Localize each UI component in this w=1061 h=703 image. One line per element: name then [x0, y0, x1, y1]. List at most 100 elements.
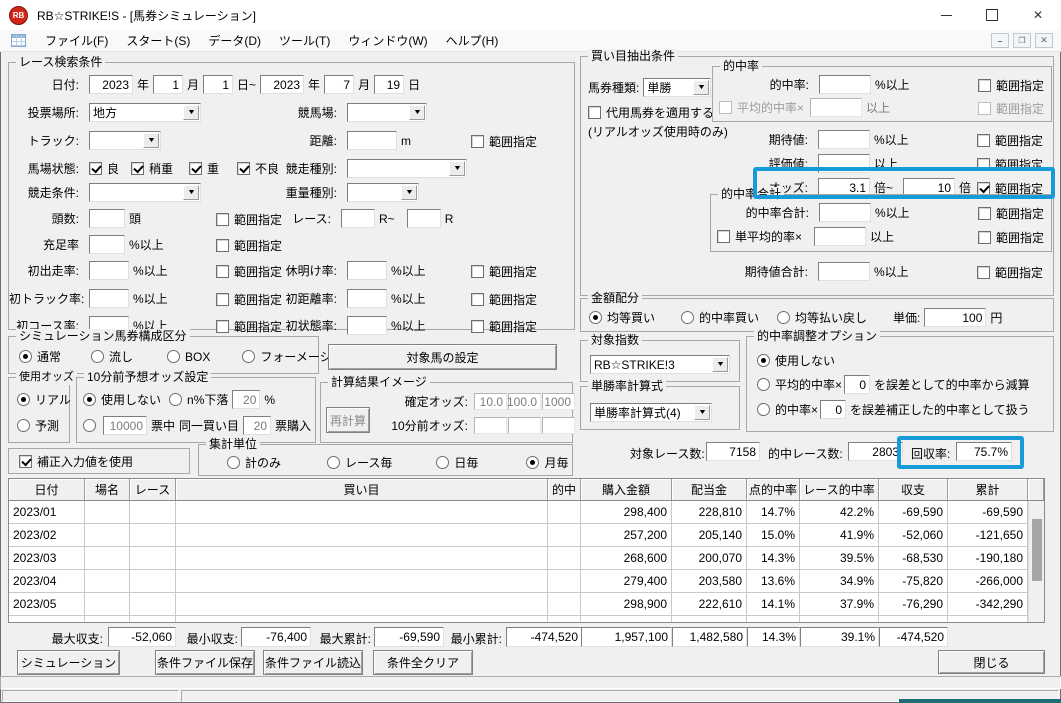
fixed-odds-1[interactable]: 10.0 [474, 393, 507, 410]
menu-tool[interactable]: ツール(T) [270, 30, 339, 51]
menu-data[interactable]: データ(D) [199, 30, 270, 51]
table-row[interactable]: 2023/01 298,400 228,810 14.7% 42.2% -69,590-… [9, 501, 1044, 524]
col-header-race-rate[interactable]: レース的中率 [800, 479, 879, 500]
recalc-button[interactable]: 再計算 [326, 407, 370, 433]
pre-odds-votes-radio[interactable] [83, 419, 101, 432]
fixed-odds-2[interactable]: 100.0 [507, 393, 541, 410]
menu-file[interactable]: ファイル(F) [36, 30, 117, 51]
first-track-input[interactable] [89, 289, 129, 308]
going-bad-checkbox[interactable]: 不良 [237, 160, 279, 177]
rest-rate-input[interactable] [347, 261, 387, 280]
chevron-down-icon[interactable] [183, 105, 199, 120]
weight-type-combo[interactable] [347, 183, 419, 202]
sim-type-normal-radio[interactable]: 通常 [19, 348, 61, 365]
chevron-down-icon[interactable] [401, 185, 417, 200]
place-combo[interactable]: 地方 [89, 103, 201, 122]
col-header-date[interactable]: 日付 [9, 479, 85, 500]
fill-rate-range-checkbox[interactable]: 範囲指定 [216, 237, 282, 254]
avg-hit-input[interactable] [810, 98, 863, 117]
chevron-down-icon[interactable] [143, 133, 159, 148]
course-combo[interactable] [347, 103, 427, 122]
menu-help[interactable]: ヘルプ(H) [437, 30, 508, 51]
chevron-down-icon[interactable] [409, 105, 425, 120]
adjust-hit-input[interactable]: 0 [820, 400, 847, 419]
table-row[interactable]: 2023/04 279,400 203,580 13.6% 34.9% -75,820-… [9, 570, 1044, 593]
simulate-button[interactable]: シミュレーション [17, 650, 120, 675]
single-avg-checkbox[interactable]: 単平均的率× [717, 228, 802, 245]
col-header-payout[interactable]: 配当金 [672, 479, 747, 500]
scrollbar-thumb[interactable] [1032, 519, 1042, 581]
fixed-odds-3[interactable]: 1000 [542, 393, 575, 410]
pre-odds-drop-radio[interactable]: n%下落 [169, 391, 228, 408]
amount-equal-buy-radio[interactable]: 均等買い [589, 309, 655, 326]
going-heavy-checkbox[interactable]: 重 [189, 160, 219, 177]
race-cond-combo[interactable] [89, 183, 201, 202]
mdi-minimize-icon[interactable] [991, 33, 1009, 48]
unit-race-radio[interactable]: レース毎 [327, 454, 392, 471]
menu-start[interactable]: スタート(S) [117, 30, 199, 51]
pre-odds-1[interactable] [474, 417, 507, 434]
ticket-type-combo[interactable]: 単勝 [643, 78, 712, 97]
track-combo[interactable] [89, 131, 161, 150]
expect-sum-range-checkbox[interactable]: 範囲指定 [977, 264, 1043, 281]
drop-pct-input[interactable]: 20 [232, 390, 261, 409]
pre-odds-3[interactable] [542, 417, 575, 434]
save-conditions-button[interactable]: 条件ファイル保存 [155, 650, 255, 675]
adjust-avg-input[interactable]: 0 [844, 375, 871, 394]
chevron-down-icon[interactable] [449, 161, 465, 176]
expect-range-checkbox[interactable]: 範囲指定 [977, 132, 1043, 149]
close-button[interactable]: 閉じる [938, 650, 1045, 674]
maximize-icon[interactable] [969, 0, 1015, 30]
avg-hit-range-checkbox[interactable]: 範囲指定 [978, 100, 1044, 117]
race-type-combo[interactable] [347, 159, 467, 178]
first-cond-range-checkbox[interactable]: 範囲指定 [471, 318, 537, 335]
amount-hit-rate-buy-radio[interactable]: 的中率買い [681, 309, 759, 326]
col-header-bet[interactable]: 買い目 [176, 479, 548, 500]
eval-input[interactable] [818, 154, 870, 173]
index-combo[interactable]: RB☆STRIKE!3 [590, 355, 730, 374]
expect-input[interactable] [818, 130, 870, 149]
table-row[interactable]: 2023/05 298,900 222,610 14.1% 37.9% -76,290-… [9, 593, 1044, 616]
distance-input[interactable] [347, 131, 397, 150]
adjust-none-radio[interactable]: 使用しない [757, 352, 835, 369]
amount-equal-payout-radio[interactable]: 均等払い戻し [777, 309, 867, 326]
votes-input[interactable]: 10000 [103, 416, 147, 435]
sim-type-nagashi-radio[interactable]: 流し [91, 348, 133, 365]
date-month-from[interactable]: 1 [153, 75, 184, 94]
going-slightly-heavy-checkbox[interactable]: 稍重 [131, 160, 173, 177]
col-header-balance[interactable]: 収支 [879, 479, 948, 500]
sim-type-box-radio[interactable]: BOX [167, 350, 210, 364]
unit-month-radio[interactable]: 月毎 [526, 454, 568, 471]
single-avg-input[interactable] [814, 227, 867, 246]
date-month-to[interactable]: 7 [324, 75, 355, 94]
chevron-down-icon[interactable] [694, 405, 710, 420]
chevron-down-icon[interactable] [693, 80, 710, 95]
menu-window[interactable]: ウィンドウ(W) [339, 30, 436, 51]
single-avg-range-checkbox[interactable]: 範囲指定 [978, 229, 1044, 246]
mdi-child-icon[interactable] [11, 34, 26, 47]
rest-rate-range-checkbox[interactable]: 範囲指定 [471, 263, 537, 280]
col-header-hit[interactable]: 的中 [548, 479, 581, 500]
hosei-checkbox[interactable]: 補正入力値を使用 [19, 453, 133, 470]
table-scrollbar[interactable] [1028, 501, 1044, 622]
date-day-from[interactable]: 1 [203, 75, 234, 94]
col-header-place[interactable]: 場名 [85, 479, 130, 500]
first-cond-input[interactable] [347, 316, 387, 335]
first-dist-range-checkbox[interactable]: 範囲指定 [471, 291, 537, 308]
unit-day-radio[interactable]: 日毎 [436, 454, 478, 471]
first-course-range-checkbox[interactable]: 範囲指定 [216, 318, 282, 335]
first-run-input[interactable] [89, 261, 129, 280]
daiyo-checkbox[interactable]: 代用馬券を適用する [588, 104, 714, 121]
hit-sum-input[interactable] [819, 203, 871, 222]
date-year-to[interactable]: 2023 [260, 75, 305, 94]
date-year-from[interactable]: 2023 [89, 75, 133, 94]
table-row[interactable]: 2023/03 268,600 200,070 14.3% 39.5% -68,530-… [9, 547, 1044, 570]
avg-hit-checkbox[interactable]: 平均的中率× [719, 99, 804, 116]
first-run-range-checkbox[interactable]: 範囲指定 [216, 263, 282, 280]
first-track-range-checkbox[interactable]: 範囲指定 [216, 291, 282, 308]
heads-range-checkbox[interactable]: 範囲指定 [216, 211, 282, 228]
buy-votes-input[interactable]: 20 [243, 416, 272, 435]
col-header-point-rate[interactable]: 点的中率 [747, 479, 800, 500]
load-conditions-button[interactable]: 条件ファイル読込 [263, 650, 363, 675]
formula-combo[interactable]: 単勝率計算式(4) [590, 403, 712, 422]
